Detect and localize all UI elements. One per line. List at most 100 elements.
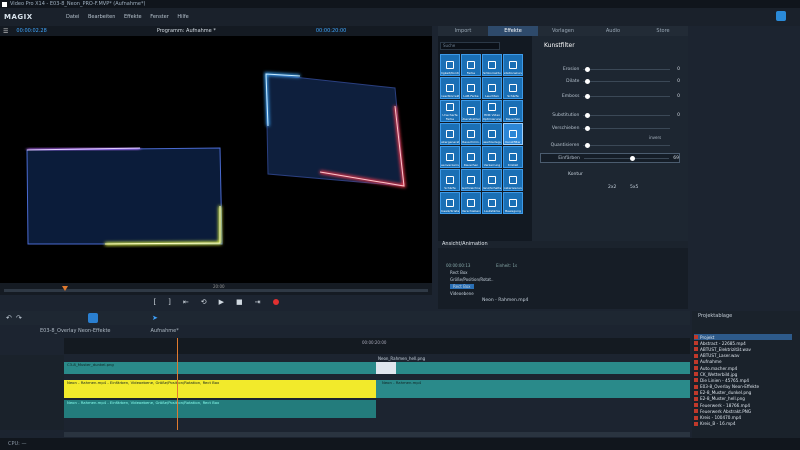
effect-tile[interactable]: LAB-Farbe bbox=[461, 77, 481, 99]
effect-tile[interactable]: Schärfe bbox=[503, 77, 523, 99]
file-icon bbox=[694, 359, 698, 364]
slider-track[interactable] bbox=[583, 125, 671, 131]
slider-0[interactable]: Erosion 0 bbox=[540, 64, 680, 74]
select-tool-icon[interactable]: ➤ bbox=[152, 314, 158, 322]
slider-1[interactable]: Dilate 0 bbox=[540, 76, 680, 86]
slider-track[interactable] bbox=[583, 112, 671, 118]
tab-import[interactable]: Import bbox=[438, 26, 488, 36]
slider-3[interactable]: Substitution 0 bbox=[540, 110, 680, 120]
effect-tile[interactable]: Linsenverzerrung bbox=[440, 146, 460, 168]
slider-track[interactable] bbox=[583, 142, 671, 148]
kontur-2x2[interactable]: 2x2 bbox=[608, 185, 616, 190]
timeline-ruler[interactable]: 00:00:20:00 bbox=[64, 338, 690, 354]
slider-track[interactable] bbox=[583, 93, 671, 99]
effect-tile[interactable]: Verschieben bbox=[461, 192, 481, 214]
menu-fenster[interactable]: Fenster bbox=[150, 14, 169, 20]
effect-tile[interactable]: Glanz/Schatten bbox=[482, 169, 502, 191]
slider-5[interactable]: Quantisieren bbox=[540, 140, 680, 150]
menu-datei[interactable]: Datei bbox=[66, 14, 79, 20]
slider-knob[interactable] bbox=[585, 93, 591, 99]
redo-icon[interactable]: ↷ bbox=[16, 314, 22, 322]
play-icon[interactable]: ▶ bbox=[219, 298, 224, 306]
effect-tile[interactable]: Rauschen bbox=[461, 146, 481, 168]
effect-tile[interactable]: Kristall bbox=[503, 146, 523, 168]
track-2-clip-a[interactable]: Neon - Rahmen.mp4 - Einfärben, Videoeben… bbox=[64, 380, 376, 398]
record-icon[interactable] bbox=[272, 299, 279, 305]
slider-2[interactable]: Emboss 0 bbox=[540, 91, 680, 101]
menu-icon[interactable]: ☰ bbox=[3, 28, 8, 35]
tab-overlay-project[interactable]: E03-8_Overlay Neon-Effekte bbox=[40, 328, 111, 334]
timeline-scrollbar[interactable] bbox=[64, 432, 690, 437]
effect-tile[interactable]: Helligkeit/Kontrast bbox=[440, 54, 460, 76]
effect-tile[interactable]: HDR Video Optimierung bbox=[482, 100, 502, 122]
slider-knob[interactable] bbox=[585, 125, 591, 131]
slider-6[interactable]: Einfärben 69 bbox=[540, 153, 680, 163]
track-3-clip[interactable]: Neon - Rahmen.mp4 - Einfärben, Videoeben… bbox=[64, 400, 376, 418]
next-marker-icon[interactable]: ⇥ bbox=[255, 298, 261, 306]
stop-icon[interactable]: ■ bbox=[236, 298, 243, 306]
effect-tile[interactable]: Leuchten bbox=[482, 77, 502, 99]
anim-row-4[interactable]: Videoebene bbox=[450, 291, 474, 296]
tab-store[interactable]: Store bbox=[638, 26, 688, 36]
tab-audio[interactable]: Audio bbox=[588, 26, 638, 36]
pool-item[interactable]: Kreis_B - 16.mp4 bbox=[694, 421, 792, 427]
tab-aufnahme[interactable]: Aufnahme* bbox=[151, 328, 179, 334]
effect-tile[interactable]: Mustergenerator bbox=[440, 123, 460, 145]
magnet-icon[interactable] bbox=[88, 313, 98, 323]
undo-icon[interactable]: ↶ bbox=[6, 314, 12, 322]
preview-scrubber[interactable]: 20:00 bbox=[0, 283, 432, 295]
pool-item-label: E03-8_Overlay Neon-Effekte bbox=[700, 384, 760, 390]
effect-tile[interactable]: Bewegung bbox=[503, 192, 523, 214]
effect-tile[interactable]: Kunstfilter bbox=[503, 123, 523, 145]
effect-tile[interactable]: Rauschmin. bbox=[461, 123, 481, 145]
slider-value: 0 bbox=[677, 93, 680, 99]
help-icon[interactable] bbox=[776, 11, 786, 21]
slider-track[interactable] bbox=[583, 66, 671, 72]
menu-bearbeiten[interactable]: Bearbeiten bbox=[88, 14, 115, 20]
mark-in-icon[interactable]: [ bbox=[153, 298, 156, 306]
effect-tile[interactable]: Tonwertkorrektur bbox=[440, 77, 460, 99]
effect-tile[interactable]: Gradationskurven bbox=[503, 54, 523, 76]
anim-row-1[interactable]: Rect Box bbox=[450, 270, 468, 275]
effect-tile[interactable]: Farbe bbox=[461, 54, 481, 76]
slider-track[interactable] bbox=[583, 155, 670, 161]
effect-tile[interactable]: Farbkorrektur bbox=[482, 54, 502, 76]
slider-track[interactable] bbox=[583, 78, 671, 84]
menu-hilfe[interactable]: Hilfe bbox=[177, 14, 188, 20]
slider-4[interactable]: Verschieben bbox=[540, 123, 680, 133]
prev-marker-icon[interactable]: ⇤ bbox=[183, 298, 189, 306]
menu-effekte[interactable]: Effekte bbox=[124, 14, 142, 20]
effects-search-input[interactable]: Suche bbox=[440, 42, 500, 50]
slider-knob[interactable] bbox=[585, 142, 591, 148]
slider-knob[interactable] bbox=[629, 155, 635, 161]
effect-tile[interactable]: Rauschen bbox=[503, 100, 523, 122]
effect-tile[interactable]: Überstrahlen bbox=[461, 100, 481, 122]
anim-row-2[interactable]: Größe/Position/Rotat.. bbox=[450, 277, 494, 282]
slider-knob[interactable] bbox=[585, 78, 591, 84]
mark-out-icon[interactable]: ] bbox=[168, 298, 171, 306]
effect-tile[interactable]: Verzerrung bbox=[482, 146, 502, 168]
file-icon bbox=[694, 403, 698, 408]
slider-knob[interactable] bbox=[585, 66, 591, 72]
anim-row-3[interactable]: Rect Box bbox=[450, 284, 474, 289]
animation-timecode: 00:00:00:13 bbox=[446, 263, 471, 268]
playhead-marker[interactable] bbox=[62, 286, 68, 291]
effect-tile[interactable]: Tonwertzerlegung bbox=[482, 123, 502, 145]
effect-tile[interactable]: Posterisierung bbox=[503, 169, 523, 191]
effect-tile[interactable]: Schärfe bbox=[440, 169, 460, 191]
effect-tile[interactable]: Unscharfe Farbe bbox=[440, 100, 460, 122]
effect-tile[interactable]: Weichzeichner bbox=[461, 169, 481, 191]
effect-icon bbox=[467, 84, 475, 92]
effect-tile[interactable]: Mosaik/Kristall bbox=[440, 192, 460, 214]
tab-vorlagen[interactable]: Vorlagen bbox=[538, 26, 588, 36]
loop-icon[interactable]: ⟲ bbox=[201, 298, 207, 306]
effect-tile[interactable]: Lautstärke bbox=[482, 192, 502, 214]
track-1-clip-2[interactable] bbox=[376, 362, 396, 374]
pool-item-label: ABTUST_Laser.wav bbox=[700, 353, 740, 359]
app-icon bbox=[2, 1, 7, 7]
kontur-5x5[interactable]: 5x5 bbox=[630, 185, 638, 190]
playhead[interactable] bbox=[177, 338, 178, 430]
tab-effekte[interactable]: Effekte bbox=[488, 26, 538, 36]
preview-monitor[interactable] bbox=[0, 26, 432, 296]
slider-knob[interactable] bbox=[585, 112, 591, 118]
